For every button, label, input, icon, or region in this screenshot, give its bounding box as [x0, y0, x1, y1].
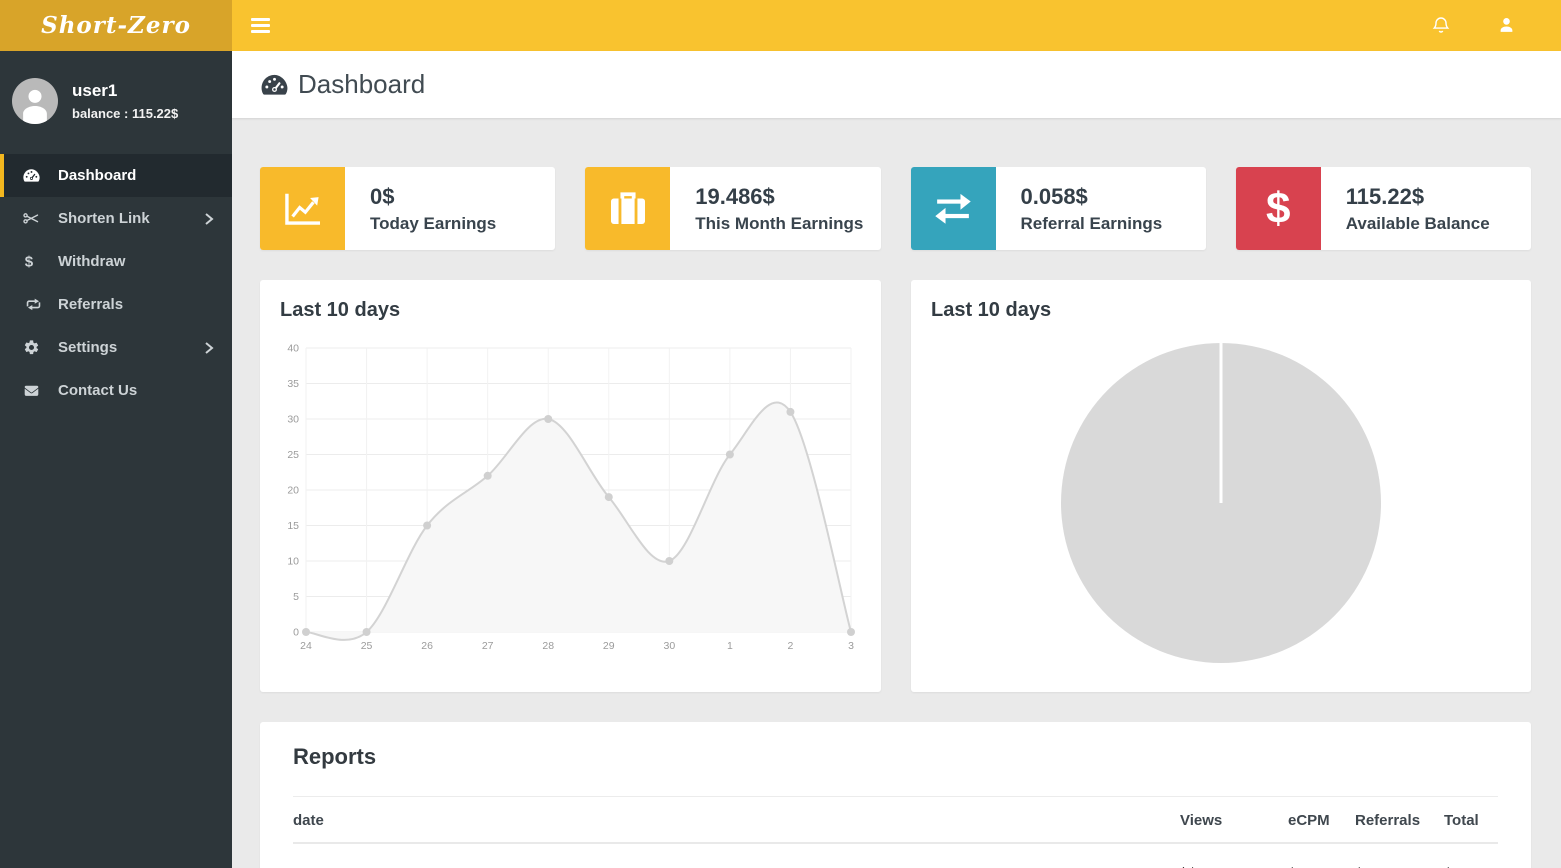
tachometer-icon: [23, 168, 45, 182]
gear-icon: [23, 339, 45, 356]
svg-text:30: 30: [287, 414, 299, 426]
sidebar-item-referrals[interactable]: Referrals: [0, 283, 232, 326]
charts-row: Last 10 days 0 5 10 15 20 25 30 35 40 24 25 26 27 28 2…: [260, 280, 1531, 692]
sidebar-item-label: Shorten Link: [58, 210, 204, 227]
stat-label: Referral Earnings: [1021, 214, 1163, 234]
sidebar-item-dashboard[interactable]: Dashboard: [0, 154, 232, 197]
briefcase-icon: [585, 167, 670, 250]
user-balance: balance : 115.22$: [72, 106, 178, 121]
column-header-referrals: Referrals: [1355, 797, 1444, 844]
column-header-date: date: [293, 797, 1180, 844]
content: 0$Today Earnings 19.486$This Month Earni…: [232, 118, 1561, 868]
reports-title: Reports: [293, 744, 1498, 770]
svg-text:24: 24: [300, 640, 312, 652]
app-logo: Short-Zero: [0, 0, 232, 51]
reports-card: Reports dateViewseCPMReferralsTotal03-07…: [260, 722, 1531, 868]
sidebar-item-label: Dashboard: [58, 167, 214, 184]
report-value-cell: $: [1355, 843, 1444, 868]
stats-row: 0$ Today Earnings 19.486$ This Month Earni…: [260, 167, 1531, 250]
svg-text:27: 27: [482, 640, 494, 652]
line-chart: 0 5 10 15 20 25 30 35 40 24 25 26 27 28 29 30 1 2 3: [280, 334, 861, 662]
svg-text:15: 15: [287, 520, 299, 532]
retweet-icon: [23, 298, 45, 311]
svg-text:29: 29: [603, 640, 615, 652]
column-header-ecpm: eCPM: [1288, 797, 1355, 844]
sidebar-item-label: Referrals: [58, 296, 214, 313]
dollar-icon: $: [1266, 187, 1290, 231]
report-value-cell: / $: [1180, 843, 1288, 868]
svg-text:40: 40: [287, 343, 299, 355]
sidebar-item-withdraw[interactable]: $ Withdraw: [0, 240, 232, 283]
dollar-icon: $: [1236, 167, 1321, 250]
stat-value: 115.22$: [1346, 184, 1490, 210]
column-header-total: Total: [1444, 797, 1498, 844]
svg-text:30: 30: [663, 640, 675, 652]
svg-text:20: 20: [287, 485, 299, 497]
sidebar-item-label: Withdraw: [58, 253, 214, 270]
sidebar-item-settings[interactable]: Settings: [0, 326, 232, 369]
svg-text:10: 10: [287, 556, 299, 568]
user-profile: user1 balance : 115.22$: [0, 51, 232, 154]
sidebar-item-contact-us[interactable]: Contact Us: [0, 369, 232, 412]
svg-text:0: 0: [293, 627, 299, 639]
svg-text:5: 5: [293, 591, 299, 603]
sidebar-nav: Dashboard Shorten Link $ Withdraw Referral…: [0, 154, 232, 412]
exchange-icon: [911, 167, 996, 250]
line-chart-card: Last 10 days 0 5 10 15 20 25 30 35 40 24 25 26 27 28 2…: [260, 280, 881, 692]
pie-chart: [931, 334, 1511, 664]
sidebar-item-label: Settings: [58, 339, 204, 356]
user-icon[interactable]: [1497, 16, 1516, 35]
svg-text:35: 35: [287, 378, 299, 390]
stat-label: Today Earnings: [370, 214, 496, 234]
pie-chart-card: Last 10 days: [911, 280, 1531, 692]
svg-text:2: 2: [788, 640, 794, 652]
svg-text:25: 25: [361, 640, 373, 652]
svg-text:1: 1: [727, 640, 733, 652]
chevron-right-icon: [204, 341, 214, 355]
report-value-cell: $: [1444, 843, 1498, 868]
page-title: Dashboard: [298, 69, 425, 100]
stat-value: 19.486$: [695, 184, 863, 210]
page-header: Dashboard: [232, 51, 1561, 118]
svg-text:28: 28: [542, 640, 554, 652]
chevron-right-icon: [204, 212, 214, 226]
stat-card-today-earnings: 0$ Today Earnings: [260, 167, 555, 250]
report-value-cell: $: [1288, 843, 1355, 868]
stat-card-this-month-earnings: 19.486$ This Month Earnings: [585, 167, 880, 250]
reports-header-row: dateViewseCPMReferralsTotal: [293, 797, 1498, 844]
avatar: [12, 78, 58, 124]
report-date-cell: 03-07-2019: [293, 843, 1180, 868]
svg-text:$: $: [25, 254, 34, 270]
stat-card-referral-earnings: 0.058$ Referral Earnings: [911, 167, 1206, 250]
svg-text:3: 3: [848, 640, 854, 652]
menu-toggle-button[interactable]: [245, 12, 276, 39]
sidebar-item-label: Contact Us: [58, 382, 214, 399]
scissors-icon: [23, 212, 45, 225]
stat-value: 0$: [370, 184, 496, 210]
stat-card-available-balance: $115.22$ Available Balance: [1236, 167, 1531, 250]
sidebar-item-shorten-link[interactable]: Shorten Link: [0, 197, 232, 240]
reports-table: dateViewseCPMReferralsTotal03-07-2019/ $…: [293, 796, 1498, 868]
column-header-views: Views: [1180, 797, 1288, 844]
svg-text:25: 25: [287, 449, 299, 461]
chart-line-icon: [260, 167, 345, 250]
main-area: Dashboard 0$Today Earnings 19.486$This M…: [232, 51, 1561, 868]
envelope-icon: [23, 384, 45, 398]
topbar-main: [232, 0, 1561, 51]
pie-chart-title: Last 10 days: [931, 299, 1511, 322]
user-name: user1: [72, 81, 178, 101]
report-row: 03-07-2019/ $$$$: [293, 843, 1498, 868]
tachometer-icon: [261, 73, 288, 96]
stat-value: 0.058$: [1021, 184, 1163, 210]
stat-label: This Month Earnings: [695, 214, 863, 234]
stat-label: Available Balance: [1346, 214, 1490, 234]
topbar: Short-Zero: [0, 0, 1561, 51]
line-chart-title: Last 10 days: [280, 299, 861, 322]
svg-text:26: 26: [421, 640, 433, 652]
sidebar: user1 balance : 115.22$ Dashboard Shorte…: [0, 51, 232, 868]
dollar-icon: $: [23, 253, 45, 270]
bell-icon[interactable]: [1431, 15, 1451, 36]
